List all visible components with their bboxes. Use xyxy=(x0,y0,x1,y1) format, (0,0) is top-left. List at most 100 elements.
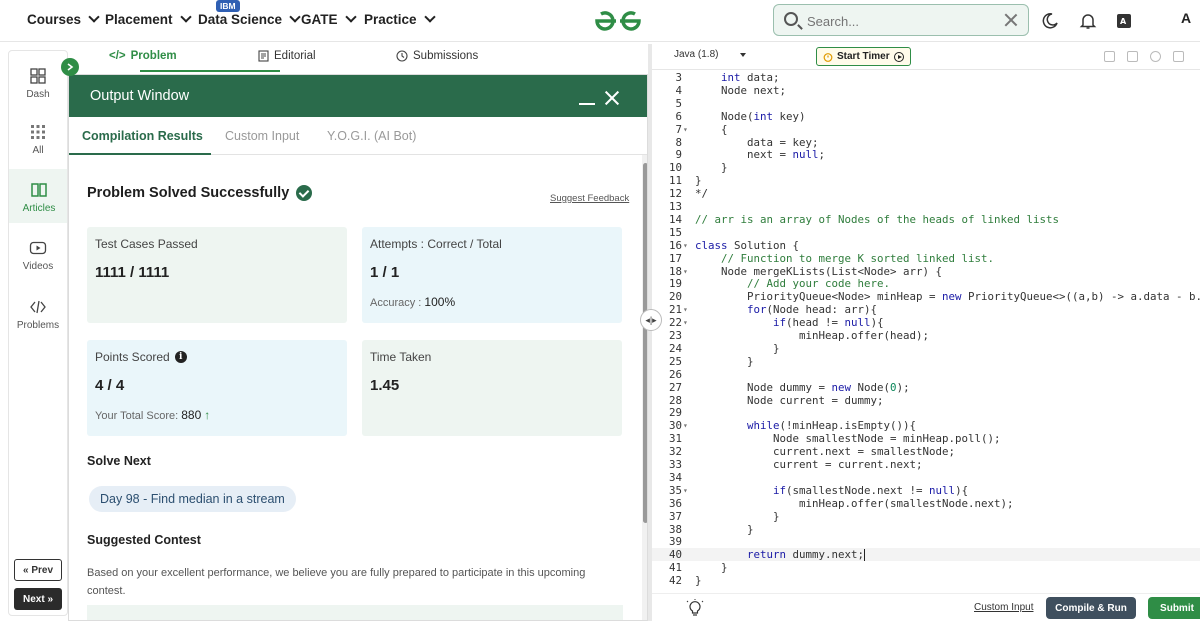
tab-submissions[interactable]: Submissions xyxy=(396,50,478,62)
close-icon[interactable] xyxy=(1004,13,1018,27)
code-line[interactable]: 11} xyxy=(652,174,1200,187)
rail-item-dash[interactable]: Dash xyxy=(9,67,67,100)
gfg-logo-icon[interactable] xyxy=(592,8,644,34)
code-line[interactable]: 9 next = null; xyxy=(652,148,1200,161)
nav-data-science[interactable]: Data Science xyxy=(198,11,301,27)
fold-toggle-icon[interactable]: ▾ xyxy=(683,316,688,329)
status-heading: Problem Solved Successfully xyxy=(87,185,313,201)
nav-courses-label: Courses xyxy=(27,12,82,27)
lightbulb-icon[interactable] xyxy=(686,599,704,617)
fold-toggle-icon[interactable]: ▾ xyxy=(683,303,688,316)
minimize-icon[interactable] xyxy=(579,103,595,105)
code-line[interactable]: 5 xyxy=(652,97,1200,110)
nav-practice[interactable]: Practice xyxy=(364,11,436,27)
tab-yogi-ai-bot[interactable]: Y.O.G.I. (AI Bot) xyxy=(327,129,416,143)
code-text: } xyxy=(695,161,728,175)
copy-icon[interactable] xyxy=(1104,51,1115,62)
tab-problem[interactable]: </> Problem xyxy=(109,50,177,62)
code-line[interactable]: 14 // arr is an array of Nodes of the hea… xyxy=(652,213,1200,226)
code-line[interactable]: 28 Node current = dummy; xyxy=(652,394,1200,407)
start-timer-button[interactable]: Start Timer xyxy=(816,47,911,66)
code-line[interactable]: 38 } xyxy=(652,523,1200,536)
code-line[interactable]: 13 xyxy=(652,200,1200,213)
code-line[interactable]: 35 ▾ if(smallestNode.next != null){ xyxy=(652,484,1200,497)
code-line[interactable]: 19 // Add your code here. xyxy=(652,277,1200,290)
code-line[interactable]: 36 minHeap.offer(smallestNode.next); xyxy=(652,497,1200,510)
tab-compilation-results[interactable]: Compilation Results xyxy=(82,129,203,143)
code-line[interactable]: 32 current.next = smallestNode; xyxy=(652,445,1200,458)
tab-custom-input[interactable]: Custom Input xyxy=(225,129,299,143)
code-line[interactable]: 41 } xyxy=(652,561,1200,574)
rail-item-problems[interactable]: Problems xyxy=(9,298,67,331)
code-line[interactable]: 6 Node(int key) xyxy=(652,110,1200,123)
resize-handle-icon[interactable]: ◂|▸ xyxy=(640,309,662,331)
code-line[interactable]: 18 ▾ Node mergeKLists(List<Node> arr) { xyxy=(652,265,1200,278)
code-line[interactable]: 16 ▾ class Solution { xyxy=(652,239,1200,252)
code-editor[interactable]: 3 int data; 4 Node next; 5 6 Node(int key) 7… xyxy=(652,71,1200,591)
code-line[interactable]: 27 Node dummy = new Node(0); xyxy=(652,381,1200,394)
fold-toggle-icon[interactable]: ▾ xyxy=(683,419,688,432)
paste-icon[interactable] xyxy=(1127,51,1138,62)
code-line[interactable]: 21 ▾ for(Node head: arr){ xyxy=(652,303,1200,316)
code-line[interactable]: 8 data = key; xyxy=(652,136,1200,149)
fullscreen-icon[interactable] xyxy=(1173,51,1184,62)
next-button[interactable]: Next » xyxy=(14,588,62,610)
code-text: // Add your code here. xyxy=(747,277,891,291)
code-text: PriorityQueue<Node> minHeap = new Priori… xyxy=(695,290,1200,304)
code-line[interactable]: 42} xyxy=(652,574,1200,587)
rail-item-all[interactable]: All xyxy=(9,123,67,156)
code-line[interactable]: 7 ▾ { xyxy=(652,123,1200,136)
prev-button[interactable]: « Prev xyxy=(14,559,62,581)
code-line[interactable]: 25 } xyxy=(652,355,1200,368)
nav-placement[interactable]: Placement xyxy=(105,11,192,27)
bell-icon[interactable] xyxy=(1076,9,1100,33)
code-line[interactable]: 40 return dummy.next; xyxy=(652,548,1200,562)
code-line[interactable]: 10 } xyxy=(652,161,1200,174)
fold-toggle-icon[interactable]: ▾ xyxy=(683,484,688,497)
solve-next-chip[interactable]: Day 98 - Find median in a stream xyxy=(89,486,296,512)
fold-toggle-icon[interactable]: ▾ xyxy=(683,239,688,252)
submit-button[interactable]: Submit xyxy=(1148,597,1200,619)
code-line[interactable]: 30 ▾ while(!minHeap.isEmpty()){ xyxy=(652,419,1200,432)
accuracy-row: Accuracy : 100% xyxy=(370,295,455,309)
start-timer-label: Start Timer xyxy=(837,51,890,62)
line-number: 9 xyxy=(675,148,682,162)
code-line[interactable]: 34 xyxy=(652,471,1200,484)
code-line[interactable]: 37 } xyxy=(652,510,1200,523)
code-line[interactable]: 29 xyxy=(652,406,1200,419)
gear-icon[interactable] xyxy=(1150,51,1161,62)
search-input[interactable] xyxy=(807,11,987,31)
code-line[interactable]: 26 xyxy=(652,368,1200,381)
code-line[interactable]: 23 minHeap.offer(head); xyxy=(652,329,1200,342)
code-line[interactable]: 24 } xyxy=(652,342,1200,355)
rail-item-videos[interactable]: Videos xyxy=(9,239,67,272)
expand-panel-button[interactable] xyxy=(61,58,79,76)
code-line[interactable]: 33 current = current.next; xyxy=(652,458,1200,471)
close-icon[interactable] xyxy=(605,91,619,105)
info-icon[interactable]: i xyxy=(174,351,187,363)
tab-editorial[interactable]: Editorial xyxy=(258,50,316,62)
code-line[interactable]: 17 // Function to merge K sorted linked … xyxy=(652,252,1200,265)
custom-input-link[interactable]: Custom Input xyxy=(974,602,1033,613)
avatar[interactable]: A xyxy=(1176,10,1196,30)
compile-run-button[interactable]: Compile & Run xyxy=(1046,597,1136,619)
nav-gate[interactable]: GATE xyxy=(301,11,357,27)
code-line[interactable]: 39 xyxy=(652,535,1200,548)
fold-toggle-icon[interactable]: ▾ xyxy=(683,265,688,278)
line-number: 6 xyxy=(675,109,682,123)
rail-item-articles[interactable]: Articles xyxy=(9,169,67,223)
code-line[interactable]: 31 Node smallestNode = minHeap.poll(); xyxy=(652,432,1200,445)
nav-courses[interactable]: Courses xyxy=(27,11,100,27)
language-select[interactable]: Java (1.8) xyxy=(674,49,747,60)
code-line[interactable]: 3 int data; xyxy=(652,71,1200,84)
suggest-feedback-link[interactable]: Suggest Feedback xyxy=(550,193,629,204)
code-line[interactable]: 15 xyxy=(652,226,1200,239)
translate-icon[interactable]: A xyxy=(1112,9,1136,33)
code-line[interactable]: 12 */ xyxy=(652,187,1200,200)
contest-card[interactable] xyxy=(87,605,623,620)
code-line[interactable]: 22 ▾ if(head != null){ xyxy=(652,316,1200,329)
code-line[interactable]: 4 Node next; xyxy=(652,84,1200,97)
fold-toggle-icon[interactable]: ▾ xyxy=(683,123,688,136)
dark-mode-icon[interactable] xyxy=(1038,9,1062,33)
code-line[interactable]: 20 PriorityQueue<Node> minHeap = new Pri… xyxy=(652,290,1200,303)
